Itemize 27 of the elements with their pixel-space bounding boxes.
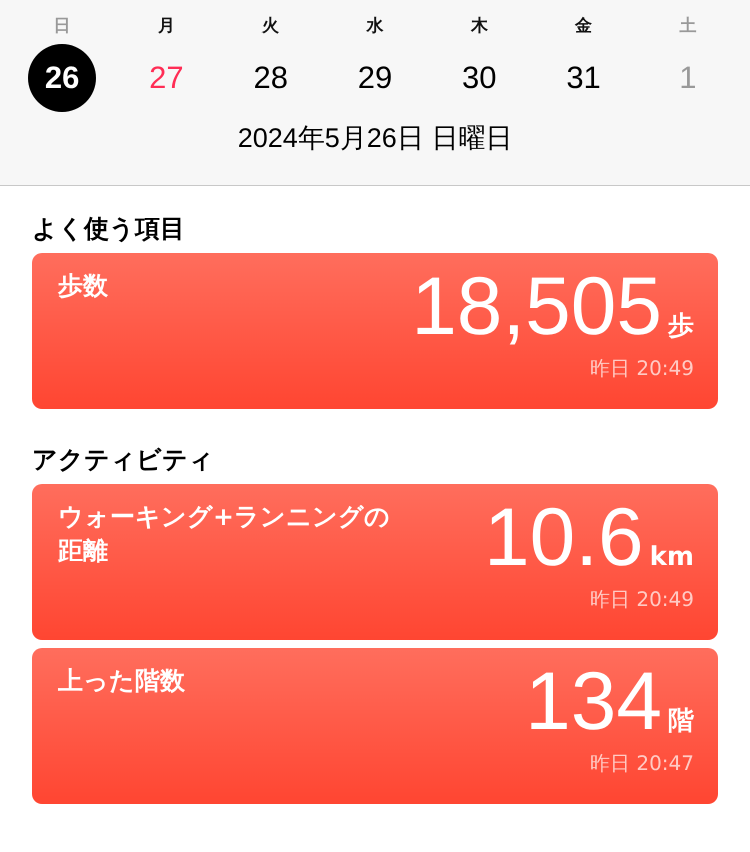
metric-time: 昨日 20:47 [590, 750, 694, 777]
weekday-label: 水 [366, 15, 384, 38]
weekday-label: 火 [262, 15, 280, 38]
metric-title: 歩数 [58, 271, 108, 300]
day-number[interactable]: 30 [445, 44, 514, 112]
weekday-label: 木 [470, 15, 488, 38]
weekday-label: 日 [54, 15, 71, 38]
metric-title: ウォーキング+ランニングの距離 [58, 502, 390, 565]
section-title: アクティビティ [32, 445, 214, 474]
day-number[interactable]: 29 [340, 44, 409, 112]
weekday-label: 月 [158, 15, 175, 38]
metric-unit: 階 [668, 705, 694, 738]
day-number[interactable]: 31 [550, 44, 618, 112]
metric-value: 134 [525, 658, 662, 746]
metric-time: 昨日 20:49 [590, 355, 694, 382]
date-title: 2024年5月26日 日曜日 [238, 122, 512, 155]
metric-value: 18,505 [411, 263, 662, 351]
section-title: よく使う項目 [32, 214, 185, 243]
weekday-label: 金 [575, 15, 592, 38]
metric-value: 10.6 [484, 494, 644, 582]
metric-unit: km [650, 542, 694, 572]
day-number[interactable]: 28 [236, 44, 305, 112]
metric-unit: 歩 [668, 310, 694, 343]
weekday-label: 土 [679, 15, 696, 38]
day-number[interactable]: 26 [28, 44, 96, 112]
metric-time: 昨日 20:49 [590, 586, 694, 613]
metric-title: 上った階数 [58, 666, 185, 695]
